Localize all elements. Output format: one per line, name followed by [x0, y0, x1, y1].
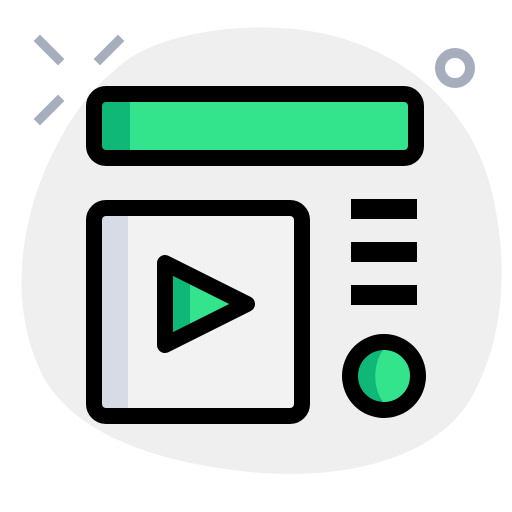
video-player-app-icon	[21, 27, 502, 474]
header-bar	[86, 86, 424, 166]
ring-decoration-icon	[435, 48, 475, 88]
menu-lines-icon	[351, 199, 417, 305]
video-player-app-illustration	[0, 0, 512, 512]
record-dot-icon	[342, 334, 426, 418]
